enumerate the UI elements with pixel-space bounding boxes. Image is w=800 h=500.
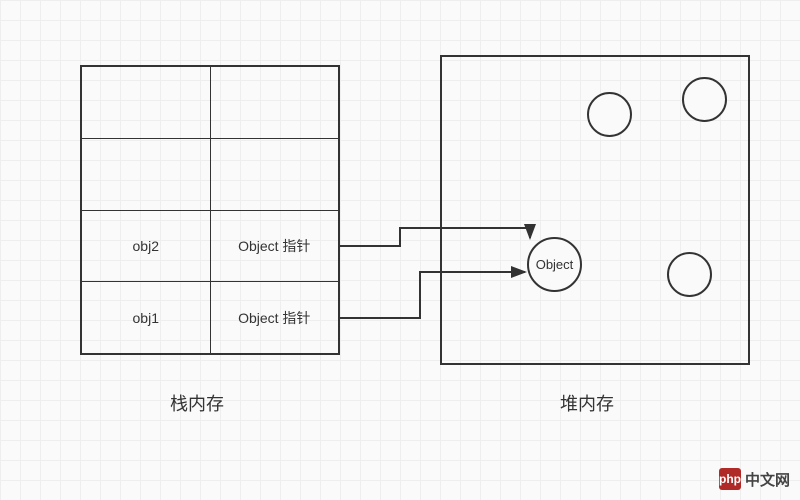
stack-var-name: obj2	[82, 211, 211, 282]
stack-row: obj2 Object 指针	[82, 211, 338, 283]
heap-label: 堆内存	[560, 390, 614, 416]
stack-var-name	[82, 67, 211, 138]
heap-object-main: Object	[527, 237, 582, 292]
stack-var-name: obj1	[82, 282, 211, 353]
heap-memory-box: Object	[440, 55, 750, 365]
stack-pointer	[211, 139, 339, 210]
watermark-logo-icon: php	[719, 468, 741, 490]
watermark: php 中文网	[719, 468, 790, 490]
stack-memory-table: obj2 Object 指针 obj1 Object 指针	[80, 65, 340, 355]
stack-row	[82, 67, 338, 139]
heap-object-label: Object	[536, 257, 574, 272]
stack-pointer: Object 指针	[211, 282, 339, 353]
heap-object-circle	[587, 92, 632, 137]
stack-label: 栈内存	[170, 390, 224, 416]
stack-pointer	[211, 67, 339, 138]
stack-row	[82, 139, 338, 211]
heap-object-circle	[667, 252, 712, 297]
stack-pointer: Object 指针	[211, 211, 339, 282]
stack-var-name	[82, 139, 211, 210]
watermark-text: 中文网	[745, 469, 790, 490]
heap-object-circle	[682, 77, 727, 122]
stack-row: obj1 Object 指针	[82, 282, 338, 353]
